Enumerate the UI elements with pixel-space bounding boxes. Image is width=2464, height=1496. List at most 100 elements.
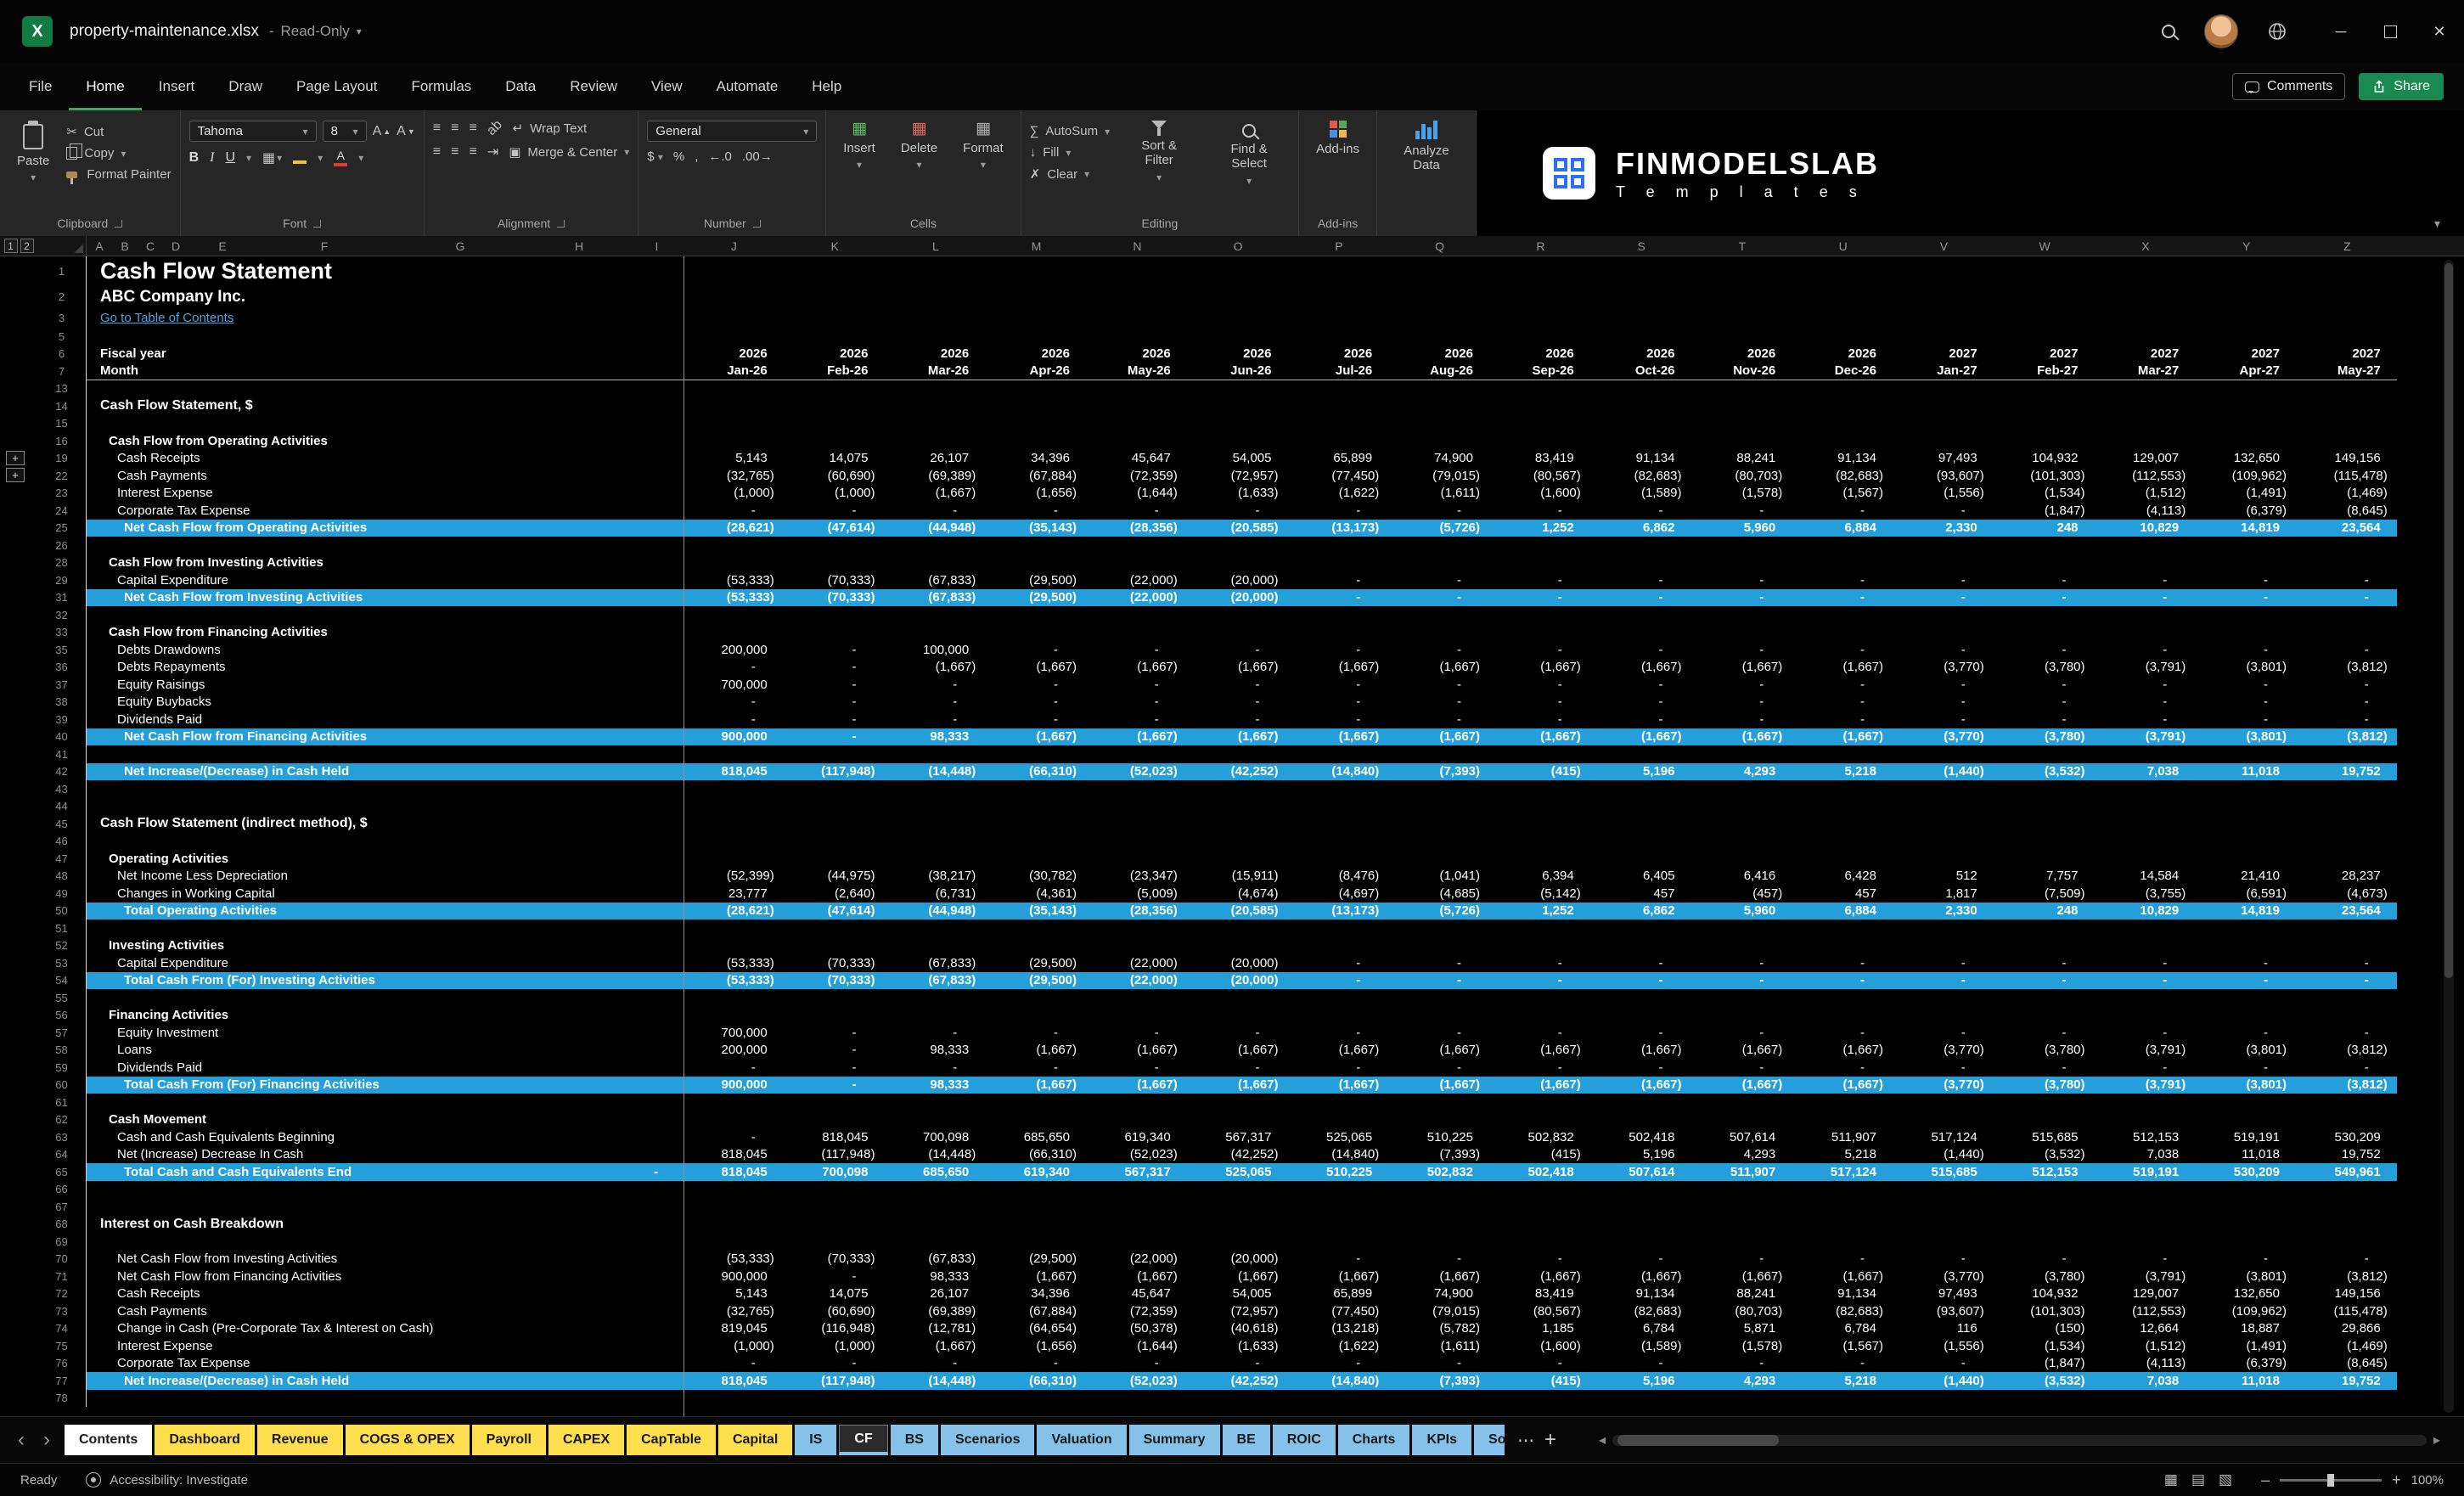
row-number-62[interactable]: 62 (37, 1111, 87, 1129)
cell[interactable]: (7,393) (1389, 1147, 1490, 1161)
cell[interactable]: (1,847) (1994, 1356, 2096, 1370)
column-header-I[interactable]: I (630, 239, 684, 253)
cell[interactable]: (1,667) (1591, 1269, 1692, 1284)
cell[interactable]: - (1792, 1356, 1893, 1370)
paste-button[interactable]: Paste ▾ (8, 117, 58, 188)
cell[interactable]: - (2196, 695, 2297, 709)
cell[interactable]: (6,731) (886, 886, 987, 901)
cell[interactable]: - (2196, 1060, 2297, 1075)
row-number-6[interactable]: 6 (37, 346, 87, 363)
cell[interactable]: - (2297, 590, 2398, 605)
cell[interactable]: (6,379) (2196, 1356, 2297, 1370)
cell[interactable]: - (1389, 678, 1490, 692)
borders-button[interactable]: ▦▾ (262, 149, 282, 166)
cell[interactable]: - (1188, 1026, 1289, 1040)
row-label[interactable]: Capital Expenditure (87, 571, 684, 589)
cell[interactable]: (70,333) (785, 573, 886, 588)
column-header-K[interactable]: K (785, 239, 886, 253)
row-number-51[interactable]: 51 (37, 920, 87, 937)
scroll-left-arrow-icon[interactable]: ◂ (1599, 1431, 1606, 1448)
cell[interactable]: - (1893, 590, 1994, 605)
cell[interactable]: (1,644) (1087, 1339, 1188, 1353)
cell[interactable]: 530,209 (2297, 1130, 2398, 1144)
cell[interactable]: - (785, 1043, 886, 1057)
cell[interactable]: - (1893, 1060, 1994, 1075)
cell[interactable]: (28,356) (1087, 903, 1188, 918)
cell[interactable]: - (1792, 973, 1893, 987)
outline-expand-button[interactable]: + (6, 468, 25, 482)
row-label[interactable]: Net Increase/(Decrease) in Cash Held (87, 1372, 684, 1390)
row-number-64[interactable]: 64 (37, 1146, 87, 1164)
cell[interactable]: - (1591, 678, 1692, 692)
cell[interactable]: 530,209 (2196, 1165, 2297, 1179)
close-button[interactable]: ✕ (2415, 0, 2464, 63)
cell[interactable]: - (1490, 1356, 1591, 1370)
cell[interactable]: 98,333 (886, 1269, 987, 1284)
row-label[interactable]: Cash Flow Statement, $ (87, 397, 2397, 415)
increase-decimal-button[interactable]: ←.0 (708, 149, 732, 164)
cell[interactable]: 2027 (2297, 346, 2398, 361)
cell[interactable]: (80,567) (1490, 469, 1591, 483)
cell[interactable]: - (684, 660, 785, 674)
cell[interactable]: 502,418 (1591, 1130, 1692, 1144)
cell[interactable]: (5,142) (1490, 886, 1591, 901)
percent-style-button[interactable]: % (673, 149, 684, 164)
row-number-44[interactable]: 44 (37, 798, 87, 816)
cell[interactable]: 132,650 (2196, 1286, 2297, 1301)
cell[interactable]: (1,534) (1994, 486, 2096, 500)
row-number-35[interactable]: 35 (37, 641, 87, 659)
cell[interactable]: - (1188, 712, 1289, 727)
cell[interactable]: 19,752 (2297, 764, 2398, 779)
cell[interactable]: (30,782) (986, 869, 1087, 883)
row-number-78[interactable]: 78 (37, 1390, 87, 1408)
cell[interactable]: (1,589) (1591, 1339, 1692, 1353)
cell[interactable]: - (886, 678, 987, 692)
cell[interactable]: May-27 (2297, 363, 2398, 378)
cell[interactable]: (53,333) (684, 956, 785, 970)
cell[interactable]: (53,333) (684, 573, 785, 588)
cell[interactable]: (1,667) (1087, 1269, 1188, 1284)
cell[interactable]: 511,907 (1792, 1130, 1893, 1144)
row-number-45[interactable]: 45 (37, 815, 87, 833)
cell[interactable]: - (886, 712, 987, 727)
row-label[interactable]: Total Cash From (For) Financing Activiti… (87, 1077, 684, 1094)
cell[interactable]: - (1692, 1251, 1793, 1266)
cell[interactable]: - (1087, 1060, 1188, 1075)
cell[interactable]: (28,356) (1087, 520, 1188, 535)
decrease-font-size-button[interactable]: A▼ (397, 124, 415, 139)
cell[interactable]: - (1289, 1026, 1390, 1040)
row-number-56[interactable]: 56 (37, 1007, 87, 1025)
cell[interactable]: (79,015) (1389, 1304, 1490, 1319)
cell[interactable]: (42,252) (1188, 764, 1289, 779)
cell[interactable]: 5,960 (1692, 520, 1793, 535)
cell[interactable]: - (1792, 643, 1893, 657)
cell[interactable]: 1,252 (1490, 903, 1591, 918)
row-number-14[interactable]: 14 (37, 397, 87, 415)
cell[interactable]: - (1289, 973, 1390, 987)
cell[interactable]: (69,389) (886, 469, 987, 483)
row-number-1[interactable]: 1 (37, 256, 87, 285)
account-button[interactable] (2204, 14, 2238, 48)
cell[interactable]: (1,667) (986, 1077, 1087, 1092)
column-header-A[interactable]: A (87, 239, 112, 253)
cell[interactable]: 248 (1994, 903, 2096, 918)
cell[interactable]: - (1591, 695, 1692, 709)
addins-button[interactable]: Add-ins (1308, 117, 1368, 160)
row-label[interactable]: Cash Flow Statement (indirect method), $ (87, 815, 2397, 833)
cell[interactable]: (44,948) (886, 903, 987, 918)
cell[interactable]: (1,000) (684, 1339, 785, 1353)
cell[interactable]: - (2096, 643, 2197, 657)
cell[interactable]: 26,107 (886, 1286, 987, 1301)
cell[interactable]: - (1692, 695, 1793, 709)
cell[interactable]: 34,396 (986, 1286, 1087, 1301)
row-label[interactable]: Cash Flow from Operating Activities (87, 432, 2397, 450)
cell[interactable]: - (1389, 973, 1490, 987)
cell[interactable]: (29,500) (986, 1251, 1087, 1266)
cell[interactable]: (4,685) (1389, 886, 1490, 901)
outline-expand-button[interactable]: + (6, 451, 25, 465)
cell[interactable]: (1,633) (1188, 486, 1289, 500)
cell[interactable]: 502,832 (1490, 1130, 1591, 1144)
orientation-button[interactable]: ab (484, 117, 505, 138)
row-label[interactable] (87, 989, 2397, 1007)
cell[interactable]: (69,389) (886, 1304, 987, 1319)
